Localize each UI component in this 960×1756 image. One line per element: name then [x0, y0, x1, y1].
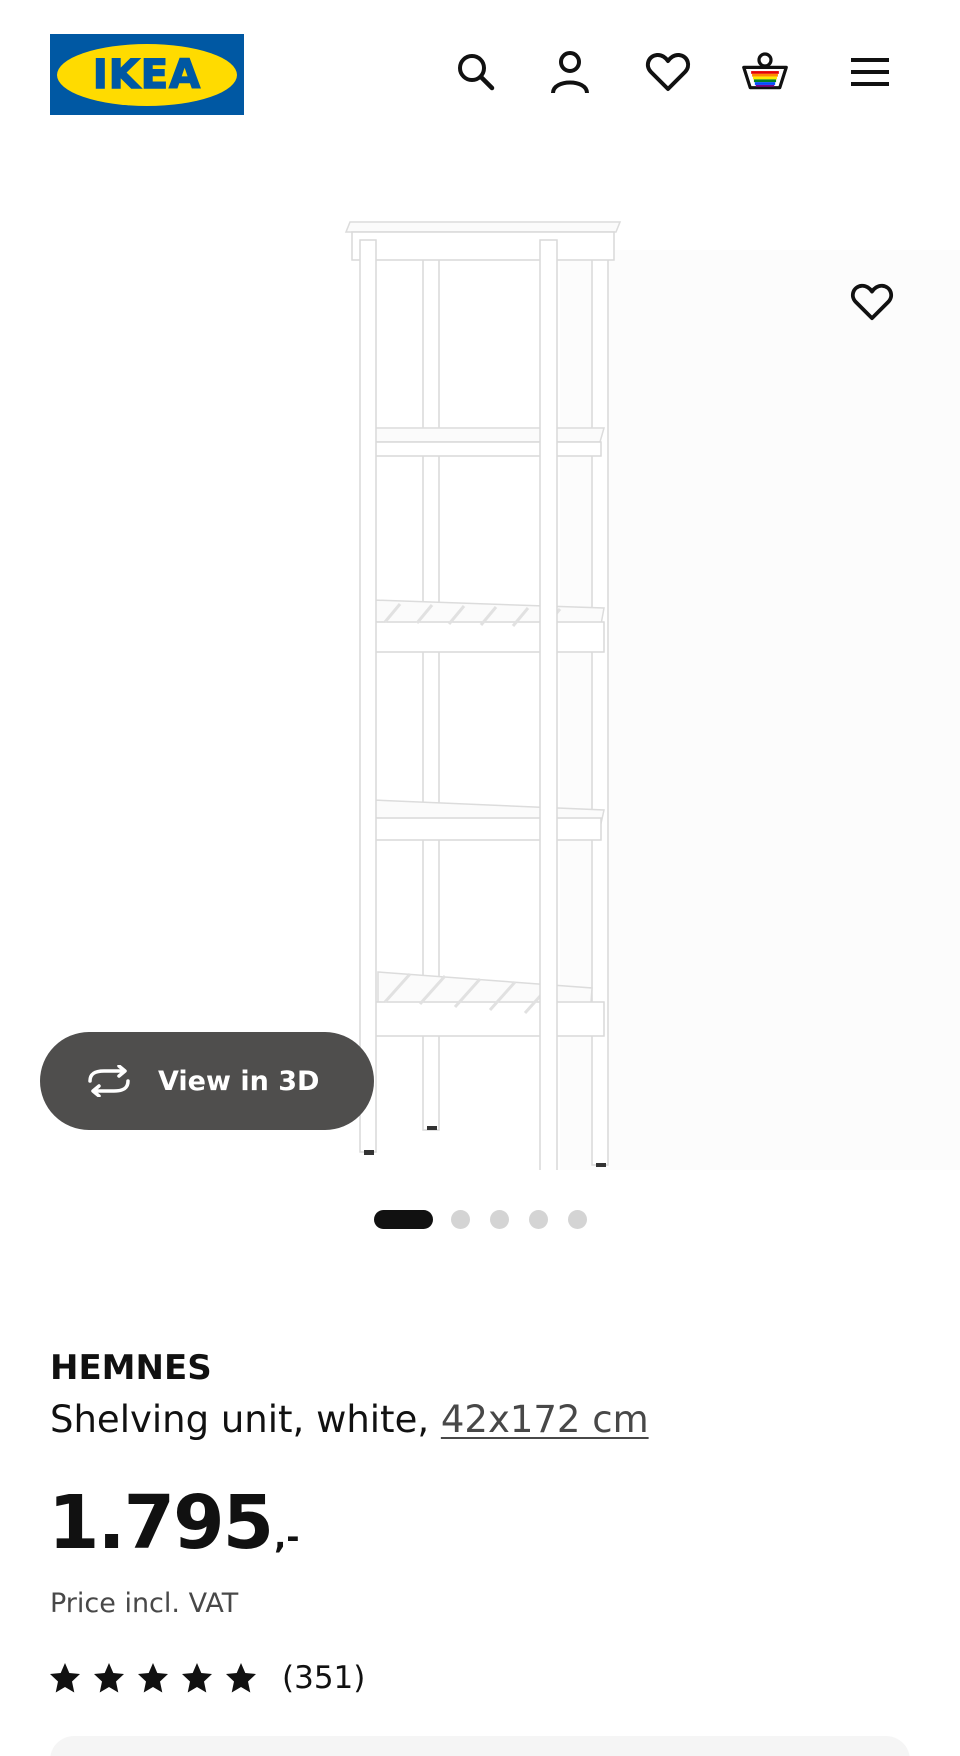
product-size-link[interactable]: 42x172 cm	[441, 1398, 649, 1441]
logo-text: IKEA	[92, 51, 202, 99]
review-count: (351)	[282, 1660, 366, 1696]
star-icon	[136, 1661, 170, 1695]
basket-icon	[742, 52, 788, 90]
price-integer: 1.795	[48, 1480, 274, 1566]
favorites-button[interactable]	[644, 48, 692, 96]
gallery-dot-5[interactable]	[568, 1210, 587, 1229]
gallery-dot-3[interactable]	[490, 1210, 509, 1229]
gallery-pagination	[0, 1208, 960, 1232]
basket-button[interactable]	[741, 48, 789, 96]
view-in-3d-button[interactable]: View in 3D	[40, 1032, 374, 1130]
gallery-dot-1[interactable]	[374, 1210, 433, 1229]
info-card	[50, 1736, 910, 1756]
product-price: 1.795 ,-	[48, 1480, 300, 1566]
star-icon	[48, 1661, 82, 1695]
menu-button[interactable]	[846, 48, 894, 96]
gallery-dot-4[interactable]	[529, 1210, 548, 1229]
product-rating[interactable]: (351)	[48, 1660, 365, 1696]
price-vat-note: Price incl. VAT	[50, 1588, 239, 1619]
menu-icon	[851, 58, 889, 86]
heart-icon	[850, 283, 894, 321]
star-icon	[224, 1661, 258, 1695]
account-button[interactable]	[546, 48, 594, 96]
product-type: Shelving unit, white,	[50, 1398, 441, 1441]
search-button[interactable]	[452, 48, 500, 96]
add-to-favorites-button[interactable]	[826, 256, 918, 348]
heart-icon	[645, 52, 691, 91]
price-decimal: ,-	[274, 1518, 300, 1556]
product-name: HEMNES	[50, 1348, 212, 1388]
star-icon	[92, 1661, 126, 1695]
logo-registered-mark: ®	[220, 49, 229, 60]
view-in-3d-label: View in 3D	[158, 1065, 320, 1097]
product-image-gallery[interactable]: .p { fill: #ffffff; stroke: #d9d9d9; str…	[0, 160, 960, 1195]
product-image: .p { fill: #ffffff; stroke: #d9d9d9; str…	[344, 221, 960, 1195]
star-icon	[180, 1661, 214, 1695]
ikea-logo[interactable]: IKEA ®	[50, 34, 244, 115]
logo-oval: IKEA ®	[57, 43, 237, 106]
gallery-dot-2[interactable]	[451, 1210, 470, 1229]
product-description: Shelving unit, white, 42x172 cm	[50, 1398, 649, 1441]
account-icon	[551, 51, 589, 94]
search-icon	[458, 54, 495, 91]
rotate-3d-icon	[88, 1065, 130, 1097]
